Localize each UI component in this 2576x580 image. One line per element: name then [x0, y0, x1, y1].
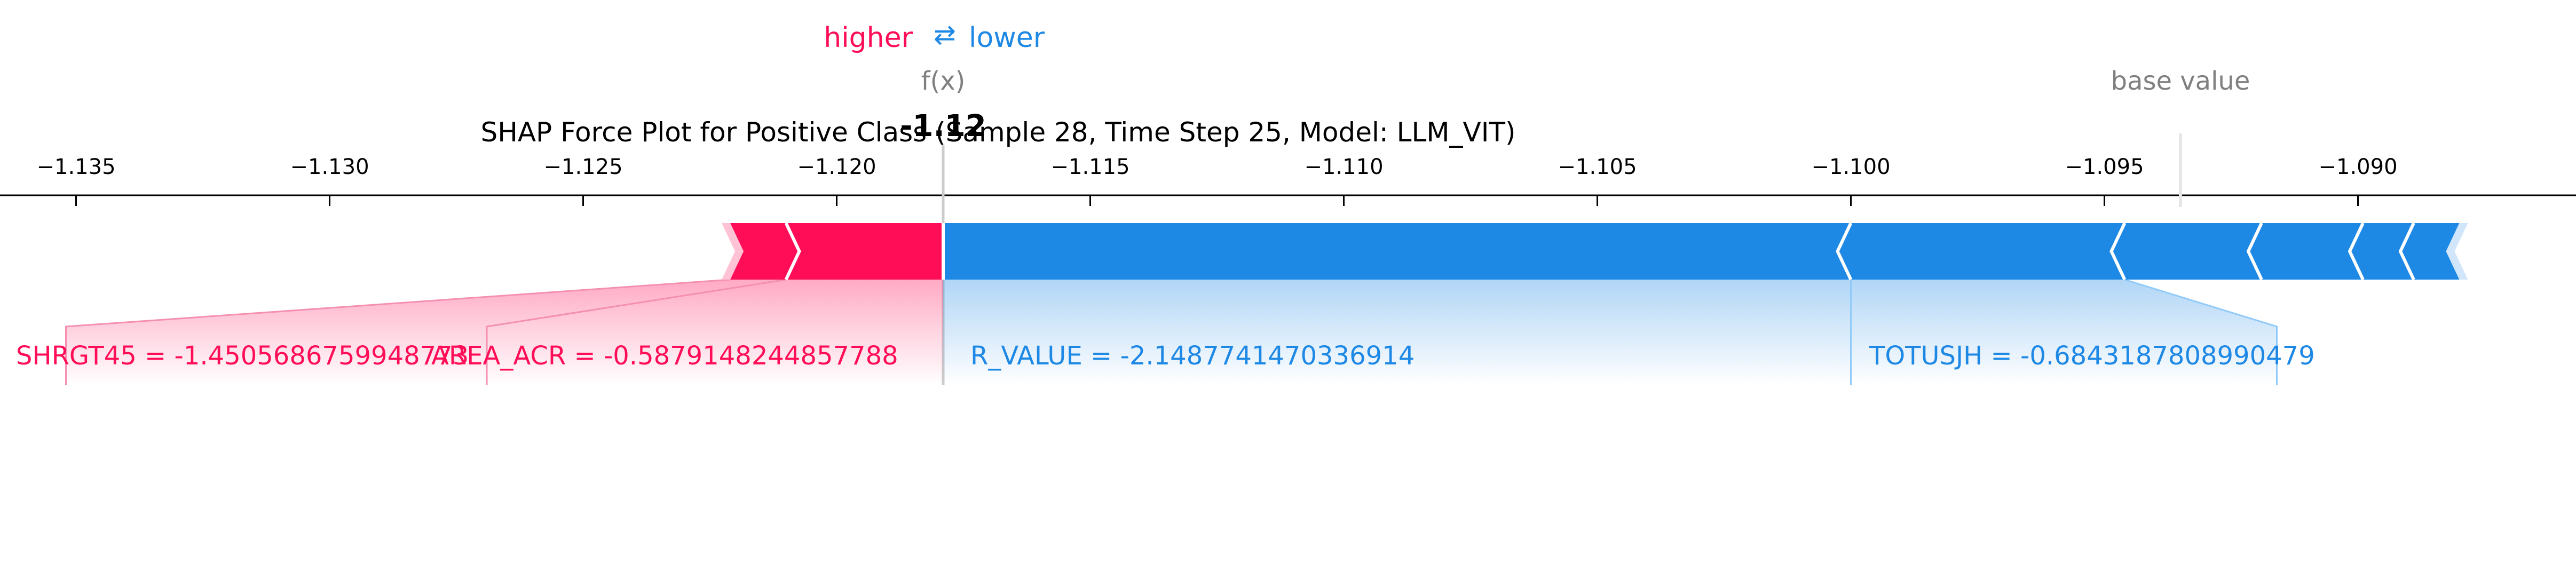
feature-label-totusjh: TOTUSJH = -0.6843187808990479 [1869, 341, 2315, 371]
bar-segment-lower [1837, 223, 2125, 280]
legend-lower: lower [969, 22, 1045, 54]
legend-arrows-icon: ⇄ [934, 19, 956, 50]
bar-segment-lower [943, 223, 1851, 280]
chart-title: SHAP Force Plot for Positive Class (Samp… [480, 117, 1515, 148]
x-tick-label: −1.130 [290, 155, 369, 179]
x-tick-label: −1.095 [2065, 155, 2144, 179]
x-tick-label: −1.120 [797, 155, 876, 179]
shap-force-plot: higher ⇄ lower f(x) -1.12 base value SHA… [0, 19, 2576, 385]
x-tick-label: −1.100 [1811, 155, 1890, 179]
fx-label: f(x) [921, 66, 966, 96]
x-tick-label: −1.115 [1050, 155, 1129, 179]
x-tick-label: −1.135 [36, 155, 115, 179]
x-tick-label: −1.110 [1304, 155, 1383, 179]
bar-segment-lower [2111, 223, 2262, 280]
x-tick-label: −1.090 [2318, 155, 2397, 179]
force-bars [722, 222, 2468, 281]
feature-label-shrgt45: SHRGT45 = -1.4505686759948773 [16, 341, 469, 371]
x-tick-label: −1.105 [1558, 155, 1637, 179]
legend-higher: higher [824, 22, 913, 54]
x-axis: −1.135 −1.130 −1.125 −1.120 −1.115 −1.110 −1.1… [0, 155, 2576, 206]
bar-segment-higher [786, 223, 943, 280]
bar-segment-lower [2248, 223, 2363, 280]
x-tick-label: −1.125 [543, 155, 622, 179]
feature-label-area-acr: AREA_ACR = -0.5879148244857788 [431, 341, 898, 371]
base-value-label: base value [2111, 66, 2250, 96]
feature-label-r-value: R_VALUE = -2.1487741470336914 [970, 341, 1415, 371]
